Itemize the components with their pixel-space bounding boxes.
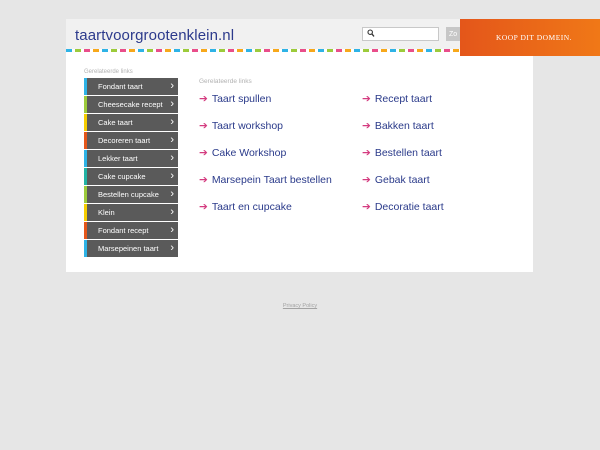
related-link-label: Taart workshop [211,120,284,132]
related-link-label: Decoratie taart [374,201,444,213]
sidebar-item[interactable]: Decoreren taart › [84,132,178,149]
sidebar-item[interactable]: Lekker taart › [84,150,178,167]
related-link-label: Taart en cupcake [211,201,292,213]
related-link[interactable]: ➔ Bestellen taart [362,147,442,159]
sidebar-item-label: Cake taart [98,118,133,127]
chevron-right-icon: › [170,98,174,110]
sidebar-item[interactable]: Bestellen cupcake › [84,186,178,203]
related-link-label: Cake Workshop [211,147,287,159]
arrow-right-icon: ➔ [362,120,371,132]
sidebar-item-label: Bestellen cupcake [98,190,159,199]
search-input[interactable] [377,28,437,40]
chevron-right-icon: › [170,242,174,254]
sidebar-item[interactable]: Cake taart › [84,114,178,131]
sidebar-item-label: Decoreren taart [98,136,151,145]
sidebar-item-label: Fondant recept [98,226,149,235]
content-card: taartvoorgrootenklein.nl Zo Gerelateerde… [66,19,533,272]
sidebar-item-label: Cheesecake recept [98,100,163,109]
sidebar-heading: Gerelateerde links [84,69,133,75]
related-link-label: Bakken taart [374,120,434,132]
related-link-label: Bestellen taart [374,147,442,159]
sidebar-item-label: Cake cupcake [98,172,146,181]
chevron-right-icon: › [170,152,174,164]
related-link-label: Recept taart [374,93,433,105]
sidebar-item[interactable]: Cake cupcake › [84,168,178,185]
sidebar-item[interactable]: Cheesecake recept › [84,96,178,113]
related-link[interactable]: ➔ Recept taart [362,93,432,105]
sidebar-item-label: Fondant taart [98,82,143,91]
arrow-right-icon: ➔ [362,93,371,105]
arrow-right-icon: ➔ [199,93,208,105]
sidebar-item[interactable]: Fondant recept › [84,222,178,239]
sidebar-nav: Fondant taart › Cheesecake recept › Cake taa… [84,78,178,258]
arrow-right-icon: ➔ [362,174,371,186]
chevron-right-icon: › [170,170,174,182]
arrow-right-icon: ➔ [362,147,371,159]
related-link[interactable]: ➔ Taart en cupcake [199,201,292,213]
sidebar-item[interactable]: Klein › [84,204,178,221]
related-link-label: Gebak taart [374,174,430,186]
chevron-right-icon: › [170,224,174,236]
privacy-policy-link[interactable]: Privacy Policy [0,303,600,309]
sidebar-item-label: Klein [98,208,115,217]
related-link-label: Taart spullen [211,93,272,105]
sidebar-item-label: Lekker taart [98,154,138,163]
sidebar-item[interactable]: Marsepeinen taart › [84,240,178,257]
related-link[interactable]: ➔ Decoratie taart [362,201,444,213]
main-heading: Gerelateerde links [199,78,252,85]
chevron-right-icon: › [170,206,174,218]
related-link[interactable]: ➔ Gebak taart [362,174,430,186]
search-field[interactable] [362,27,439,41]
arrow-right-icon: ➔ [199,201,208,213]
chevron-right-icon: › [170,80,174,92]
related-link[interactable]: ➔ Cake Workshop [199,147,286,159]
arrow-right-icon: ➔ [199,174,208,186]
related-link-label: Marsepein Taart bestellen [211,174,332,186]
chevron-right-icon: › [170,116,174,128]
arrow-right-icon: ➔ [362,201,371,213]
chevron-right-icon: › [170,134,174,146]
related-link[interactable]: ➔ Taart workshop [199,120,283,132]
related-link[interactable]: ➔ Bakken taart [362,120,434,132]
arrow-right-icon: ➔ [199,120,208,132]
chevron-right-icon: › [170,188,174,200]
related-link[interactable]: ➔ Marsepein Taart bestellen [199,174,332,186]
domain-title[interactable]: taartvoorgrootenklein.nl [75,27,234,44]
search-icon [367,29,375,37]
sidebar-item[interactable]: Fondant taart › [84,78,178,95]
related-link[interactable]: ➔ Taart spullen [199,93,271,105]
buy-domain-button[interactable]: KOOP DIT DOMEIN. [460,19,600,56]
sidebar-item-label: Marsepeinen taart [98,244,159,253]
arrow-right-icon: ➔ [199,147,208,159]
